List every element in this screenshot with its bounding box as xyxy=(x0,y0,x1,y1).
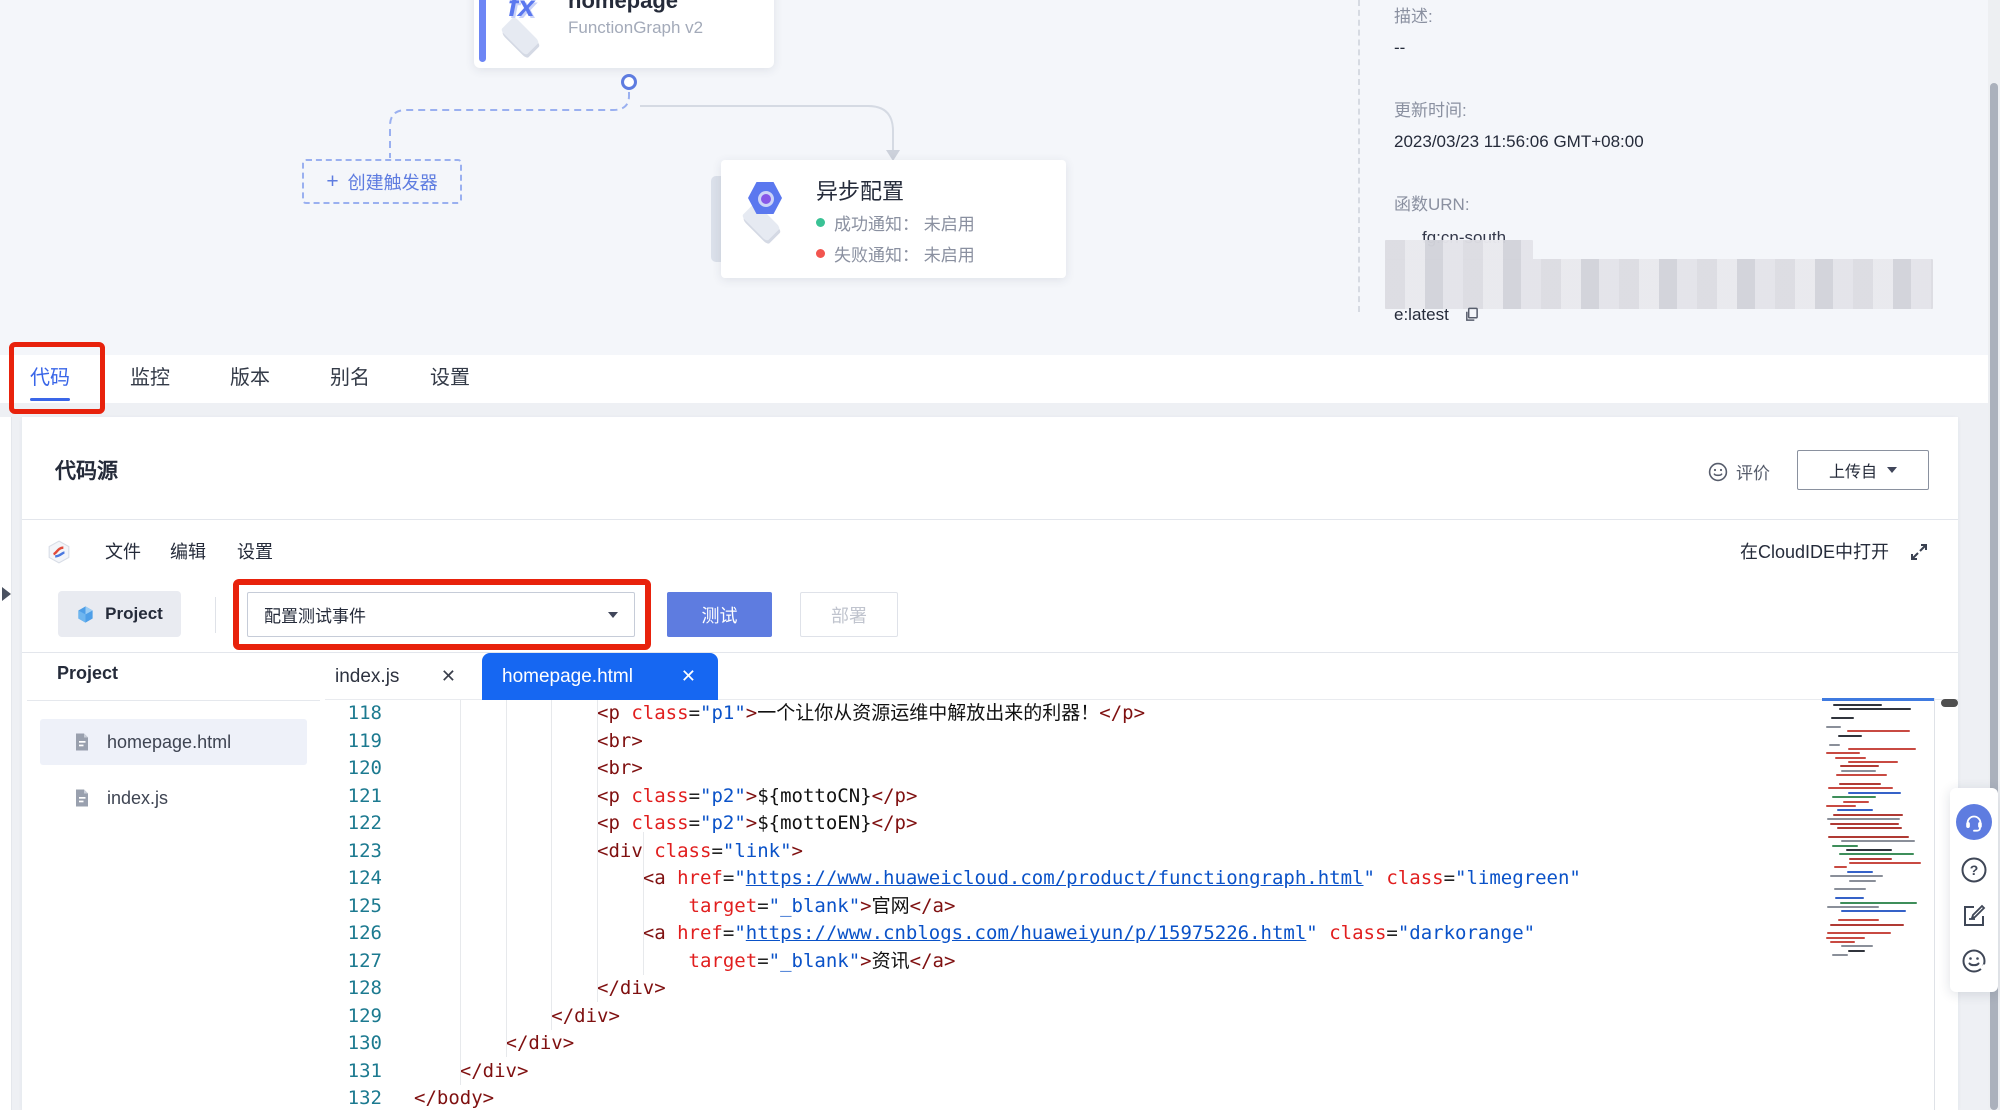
updated-time-label: 更新时间: xyxy=(1394,96,1467,121)
divider xyxy=(215,597,216,633)
indent-guide xyxy=(597,700,598,1002)
svg-text:?: ? xyxy=(1970,862,1979,878)
code-line-123: <div class="link"> xyxy=(414,838,1814,866)
async-status-row: 失败通知： 未启用 xyxy=(816,241,975,266)
nav-tab-monitor[interactable]: 监控 xyxy=(130,355,170,403)
editor-tab-index.js[interactable]: index.js✕ xyxy=(325,653,480,700)
indent-guide xyxy=(506,700,507,1057)
feedback-edit-icon[interactable] xyxy=(1959,901,1989,931)
functiongraph-fx-icon: fx xyxy=(496,0,552,46)
divider xyxy=(27,700,320,701)
deploy-button[interactable]: 部署 xyxy=(800,592,898,637)
close-tab-icon[interactable]: ✕ xyxy=(681,666,696,687)
function-node-accent-bar xyxy=(479,0,486,62)
indent-guide xyxy=(460,700,461,1085)
description-value: -- xyxy=(1394,38,1405,58)
function-nav-tabbar: 代码 监控 版本 别名 设置 xyxy=(0,355,1988,403)
customer-service-headset-icon[interactable] xyxy=(1956,804,1992,840)
code-source-title: 代码源 xyxy=(55,455,118,485)
indent-guide xyxy=(643,832,644,975)
chevron-down-icon xyxy=(1887,467,1897,473)
test-event-select[interactable]: 配置测试事件 xyxy=(247,592,635,637)
connector-anchor-dot xyxy=(621,74,637,90)
menu-settings[interactable]: 设置 xyxy=(237,537,273,567)
menu-edit[interactable]: 编辑 xyxy=(170,537,206,567)
code-line-127: target="_blank">资讯</a> xyxy=(414,948,1814,976)
smiley-icon xyxy=(1708,462,1728,482)
editor-logo-icon xyxy=(47,540,71,564)
explorer-title: Project xyxy=(57,663,118,684)
code-line-120: <br> xyxy=(414,755,1814,783)
upload-from-dropdown[interactable]: 上传自 xyxy=(1797,450,1929,490)
urn-redaction-mosaic xyxy=(1385,259,1933,309)
function-node-card[interactable]: fx homepage FunctionGraph v2 xyxy=(474,0,774,68)
floating-help-panel: ? xyxy=(1950,788,1998,992)
async-status-row: 成功通知： 未启用 xyxy=(816,210,975,235)
code-line-126: <a href="https://www.cnblogs.com/huaweiy… xyxy=(414,920,1814,948)
nav-tab-version[interactable]: 版本 xyxy=(230,355,270,403)
file-icon xyxy=(72,788,92,808)
code-line-132: </body> xyxy=(414,1085,1814,1110)
line-number-gutter: 1181191201211221231241251261271281291301… xyxy=(325,700,382,1110)
create-trigger-button[interactable]: + 创建触发器 xyxy=(302,159,462,204)
project-cube-icon xyxy=(76,605,95,624)
rate-button[interactable]: 评价 xyxy=(1708,459,1770,484)
function-urn-tail: e:latest xyxy=(1394,305,1449,325)
divider xyxy=(22,519,1958,520)
test-button[interactable]: 测试 xyxy=(667,592,772,637)
description-label: 描述: xyxy=(1394,2,1433,27)
async-config-nut-icon xyxy=(737,180,793,232)
divider xyxy=(22,652,1958,653)
async-config-title: 异步配置 xyxy=(816,174,904,206)
file-icon xyxy=(72,732,92,752)
code-line-122: <p class="p2">${mottoEN}</p> xyxy=(414,810,1814,838)
code-line-121: <p class="p2">${mottoCN}</p> xyxy=(414,783,1814,811)
minimap[interactable] xyxy=(1822,698,1935,1110)
function-info-panel: 描述: -- 更新时间: 2023/03/23 11:56:06 GMT+08:… xyxy=(1358,0,1988,312)
code-line-118: <p class="p1">一个让你从资源运维中解放出来的利器！</p> xyxy=(414,700,1814,728)
close-tab-icon[interactable]: ✕ xyxy=(441,666,456,687)
code-line-119: <br> xyxy=(414,728,1814,756)
expand-diagonal-icon[interactable] xyxy=(1908,541,1930,563)
editor-tab-homepage.html[interactable]: homepage.html✕ xyxy=(482,653,718,700)
satisfaction-smiley-icon[interactable] xyxy=(1959,946,1989,976)
code-source-card: 代码源 评价 上传自 文件 编辑 设置 在CloudIDE中打开 Project xyxy=(22,417,1958,1110)
nav-tab-code[interactable]: 代码 xyxy=(30,355,70,403)
code-line-128: </div> xyxy=(414,975,1814,1003)
code-line-129: </div> xyxy=(414,1003,1814,1031)
nav-tab-alias[interactable]: 别名 xyxy=(330,355,370,403)
function-node-title: homepage xyxy=(568,0,678,14)
open-in-cloudide-link[interactable]: 在CloudIDE中打开 xyxy=(1740,537,1889,567)
status-dot-icon xyxy=(816,249,825,258)
file-item-index.js[interactable]: index.js xyxy=(40,775,307,821)
code-line-130: </div> xyxy=(414,1030,1814,1058)
rate-label: 评价 xyxy=(1736,459,1770,484)
async-config-node-card[interactable]: 异步配置 成功通知： 未启用失败通知： 未启用 xyxy=(721,160,1066,278)
function-urn-label: 函数URN: xyxy=(1394,190,1470,215)
code-line-125: target="_blank">官网</a> xyxy=(414,893,1814,921)
urn-redaction-mosaic xyxy=(1385,240,1533,260)
nav-tab-settings[interactable]: 设置 xyxy=(430,355,470,403)
project-menu-button[interactable]: Project xyxy=(58,591,181,637)
expand-panel-arrow-icon[interactable] xyxy=(2,587,11,601)
indent-guide xyxy=(551,700,552,1030)
code-line-124: <a href="https://www.huaweicloud.com/pro… xyxy=(414,865,1814,893)
editor-scrollbar-thumb[interactable] xyxy=(1941,699,1958,707)
collapsed-left-panel xyxy=(0,417,12,1110)
plus-icon: + xyxy=(326,171,338,192)
code-editor-content[interactable]: <p class="p1">一个让你从资源运维中解放出来的利器！</p> <br… xyxy=(414,700,1814,1110)
code-line-131: </div> xyxy=(414,1058,1814,1086)
status-dot-icon xyxy=(816,218,825,227)
menu-file[interactable]: 文件 xyxy=(105,537,141,567)
updated-time-value: 2023/03/23 11:56:06 GMT+08:00 xyxy=(1394,132,1644,152)
file-item-homepage.html[interactable]: homepage.html xyxy=(40,719,307,765)
function-node-subtitle: FunctionGraph v2 xyxy=(568,18,703,38)
copy-icon[interactable] xyxy=(1464,307,1479,322)
help-question-icon[interactable]: ? xyxy=(1959,855,1989,885)
chevron-down-icon xyxy=(608,612,618,618)
